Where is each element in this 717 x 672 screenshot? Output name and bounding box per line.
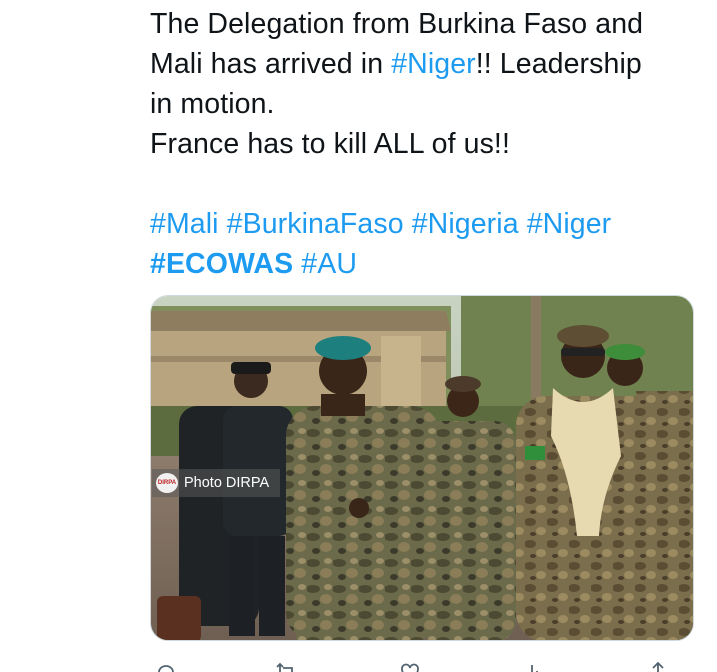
tweet-text: The Delegation from Burkina Faso and Mal… <box>150 4 710 284</box>
hashtag-burkinafaso[interactable]: #BurkinaFaso <box>227 208 404 240</box>
views-icon[interactable] <box>522 660 546 672</box>
hashtag-au[interactable]: #AU <box>301 248 357 280</box>
tweet-line-2-prefix: Mali has arrived in <box>150 48 392 80</box>
tweet-line-2-suffix: !! Leadership <box>475 48 642 80</box>
tweet-line-2: Mali has arrived in #Niger!! Leadership <box>150 44 710 84</box>
hashtag-row-1: #Mali #BurkinaFaso #Nigeria #Niger <box>150 204 710 244</box>
tweet-line-4: France has to kill ALL of us!! <box>150 128 510 160</box>
tweet-action-bar <box>150 658 694 672</box>
hashtag-niger[interactable]: #Niger <box>527 208 612 240</box>
retweet-icon[interactable] <box>274 660 298 672</box>
dirpa-logo: DIRPA <box>156 473 178 493</box>
reply-icon[interactable] <box>154 660 178 672</box>
like-icon[interactable] <box>398 660 422 672</box>
tweet-line-1: The Delegation from Burkina Faso and <box>150 8 644 40</box>
tweet-line-3: in motion. <box>150 88 275 120</box>
share-icon[interactable] <box>646 660 670 672</box>
tweet-photo[interactable] <box>150 295 694 641</box>
hashtag-row-2: #ECOWAS #AU <box>150 244 710 284</box>
hashtag-nigeria[interactable]: #Nigeria <box>412 208 519 240</box>
hashtag-ecowas[interactable]: #ECOWAS <box>150 248 293 280</box>
hashtag-mali[interactable]: #Mali <box>150 208 219 240</box>
hashtag-niger-inline[interactable]: #Niger <box>391 48 476 80</box>
photo-watermark: DIRPA Photo DIRPA <box>152 469 280 497</box>
watermark-text: Photo DIRPA <box>184 475 270 491</box>
